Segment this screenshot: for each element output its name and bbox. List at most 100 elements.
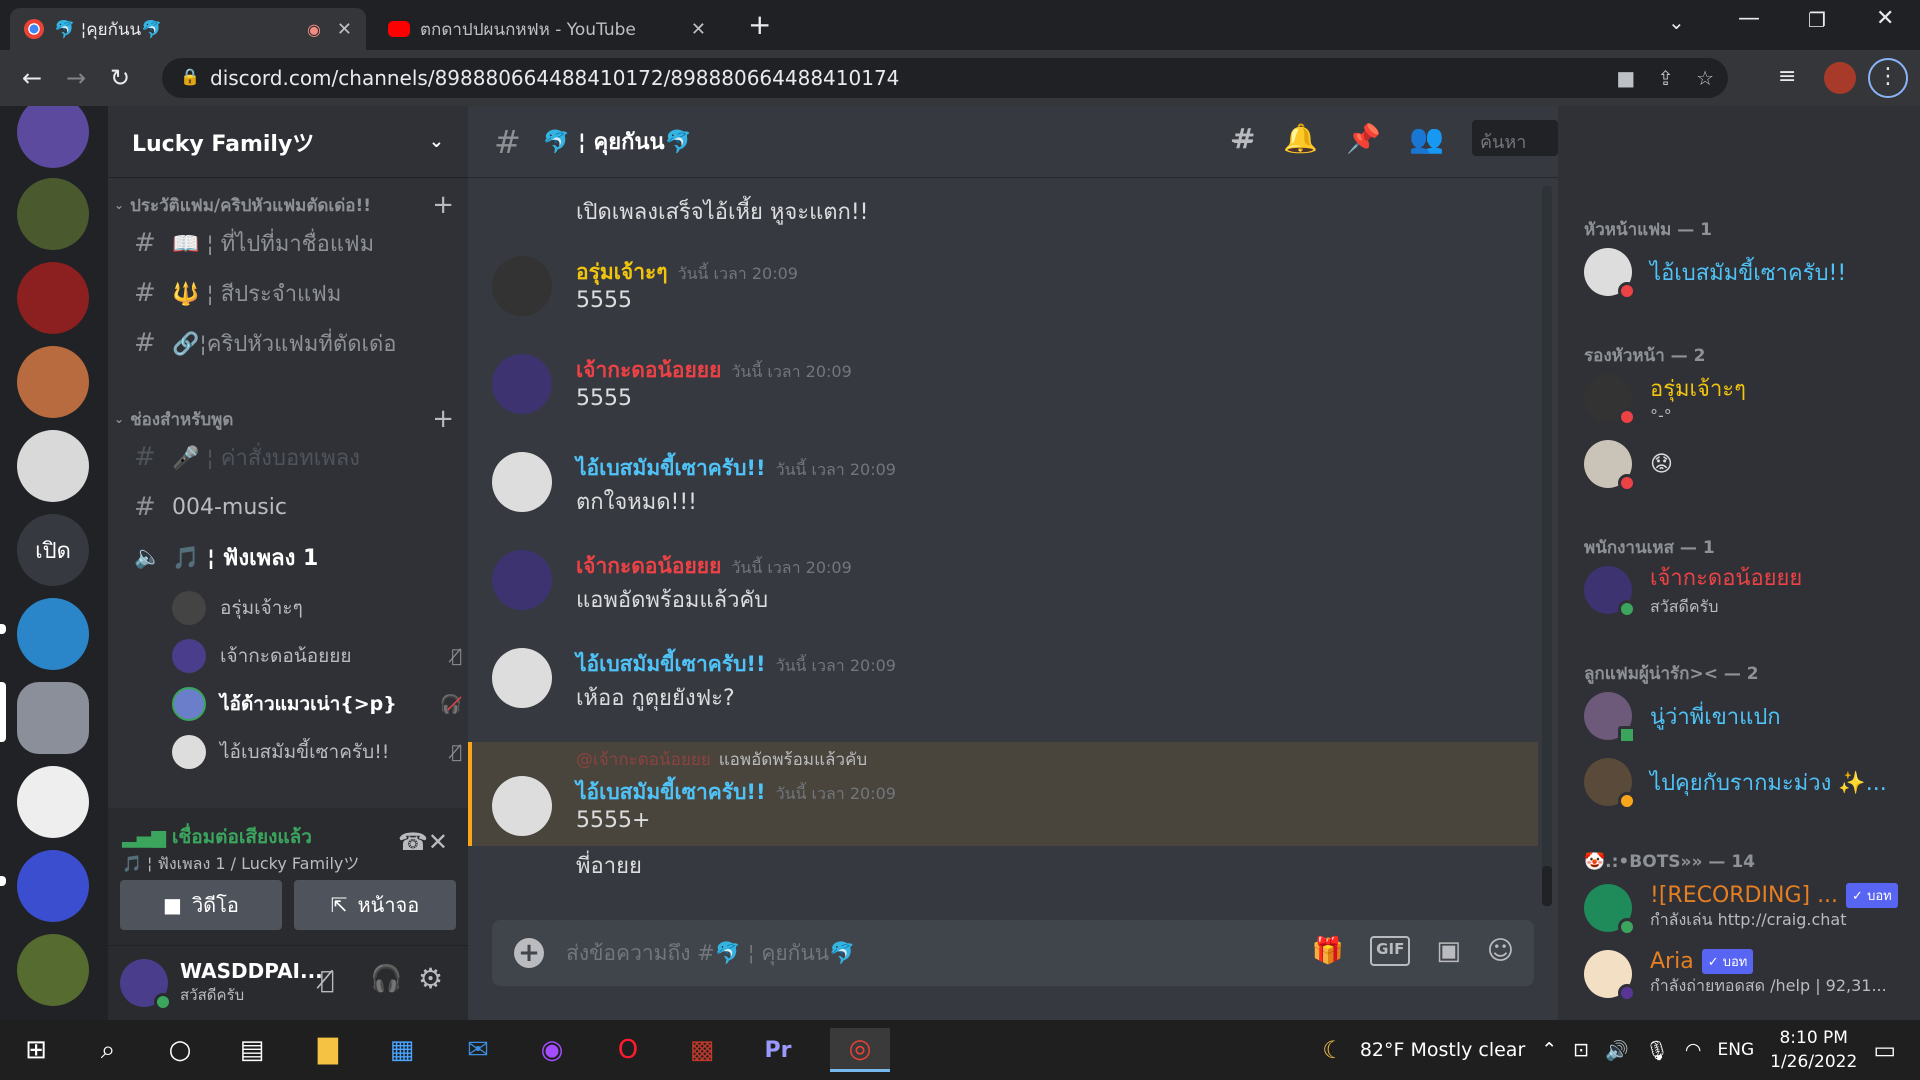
- reply-preview[interactable]: @เจ้ากะดอน้อยยย แอพอัดพร้อมแล้วคับ: [576, 746, 867, 773]
- voice-user[interactable]: อรุ่มเจ้าะๆ: [172, 588, 462, 628]
- upload-plus-icon[interactable]: +: [514, 938, 544, 968]
- category-voice[interactable]: ⌄ ช่องสำหรับพูด +: [114, 404, 454, 434]
- member-item[interactable]: อรุ่มเจ้าะๆ °-°: [1584, 368, 1914, 428]
- server-icon[interactable]: [17, 430, 89, 502]
- close-window-icon[interactable]: ✕: [1876, 6, 1894, 31]
- cortana-icon[interactable]: ○: [158, 1028, 202, 1072]
- microphone-icon[interactable]: 🎙: [1645, 1039, 1669, 1062]
- server-icon[interactable]: [17, 178, 89, 250]
- close-tab-icon[interactable]: ✕: [337, 19, 352, 40]
- file-explorer-icon[interactable]: ▇: [306, 1028, 350, 1072]
- share-icon[interactable]: ⇪: [1657, 66, 1674, 90]
- server-icon[interactable]: [17, 934, 89, 1006]
- voice-user[interactable]: ไอ้ด้าวแมวเน่า{>p} 🎧̸: [172, 684, 462, 724]
- server-header[interactable]: Lucky Familyツ ⌄: [108, 106, 468, 178]
- user-avatar[interactable]: [120, 959, 172, 1011]
- server-icon[interactable]: [17, 850, 89, 922]
- volume-icon[interactable]: 🔊: [1605, 1039, 1629, 1062]
- threads-icon[interactable]: #̶: [1232, 122, 1255, 155]
- member-item[interactable]: Aria ✓ บอท กำลังถ่ายทอดสด /help | 92,31...: [1584, 944, 1914, 1004]
- scrollbar[interactable]: [1542, 186, 1552, 906]
- channel-item[interactable]: # 🔗¦คริปหัวแฟมที่ตัดเด่อ: [126, 320, 456, 366]
- message-author[interactable]: ไอ้เบสมัมขี้เซาครับ!! วันนี้ เวลา 20:09: [576, 776, 896, 809]
- back-icon[interactable]: ←: [10, 64, 54, 92]
- new-tab-button[interactable]: +: [748, 8, 771, 41]
- search-input[interactable]: ค้นหา: [1472, 120, 1558, 156]
- reload-icon[interactable]: ↻: [98, 64, 142, 92]
- browser-tab-youtube[interactable]: ตกดาปปผนกหฟห - YouTube ✕: [374, 8, 720, 50]
- settings-gear-icon[interactable]: ⚙: [418, 962, 443, 995]
- media-control-icon[interactable]: ≡: [1778, 64, 1796, 89]
- task-view-icon[interactable]: ▤: [230, 1028, 274, 1072]
- channel-item[interactable]: # 🎤 ¦ ค่าสั่งบอทเพลง: [126, 434, 456, 480]
- voice-channel-link[interactable]: 🎵 ¦ ฟังเพลง 1 / Lucky Familyツ: [122, 850, 359, 877]
- message-author[interactable]: ไอ้เบสมัมขี้เซาครับ!! วันนี้ เวลา 20:09: [576, 452, 896, 485]
- wifi-icon[interactable]: ◠: [1685, 1039, 1702, 1061]
- mail-icon[interactable]: ✉: [456, 1028, 500, 1072]
- clock[interactable]: 8:10 PM 1/26/2022: [1770, 1026, 1857, 1074]
- chrome-taskbar-icon[interactable]: ◎: [830, 1028, 890, 1072]
- channel-item[interactable]: # 📖 ¦ ที่ไปที่มาชื่อแฟม: [126, 220, 456, 266]
- disconnect-icon[interactable]: ☎✕: [398, 828, 448, 856]
- avatar[interactable]: [492, 648, 552, 708]
- member-item[interactable]: 😟: [1584, 434, 1914, 494]
- opera-icon[interactable]: O: [606, 1028, 650, 1072]
- server-icon[interactable]: [17, 262, 89, 334]
- chrome-menu-icon[interactable]: ⋮: [1868, 58, 1908, 98]
- gif-button[interactable]: GIF: [1370, 936, 1411, 966]
- category-history[interactable]: ⌄ ประวัติแฟม/คริปหัวแฟมตัดเด่อ!! +: [114, 190, 454, 220]
- headphones-icon[interactable]: 🎧: [370, 964, 402, 994]
- store-icon[interactable]: ▦: [380, 1028, 424, 1072]
- notification-center-icon[interactable]: ▭: [1873, 1036, 1896, 1064]
- server-icon-lucky-family[interactable]: [17, 682, 89, 754]
- emoji-icon[interactable]: ☺: [1487, 936, 1514, 966]
- channel-item[interactable]: #004-music: [126, 484, 456, 530]
- message-author[interactable]: เจ้ากะดอน้อยยย วันนี้ เวลา 20:09: [576, 354, 852, 387]
- camera-icon[interactable]: ■: [1616, 66, 1635, 90]
- close-tab-icon[interactable]: ✕: [691, 19, 706, 40]
- server-open-button[interactable]: เปิด: [17, 514, 89, 586]
- add-channel-icon[interactable]: +: [432, 190, 454, 220]
- avatar[interactable]: [492, 550, 552, 610]
- member-item[interactable]: นู่ว่าพี่เขาแปก: [1584, 686, 1914, 746]
- search-icon[interactable]: ⌕: [86, 1028, 130, 1072]
- avatar[interactable]: [492, 776, 552, 836]
- member-list-icon[interactable]: 👥: [1409, 122, 1444, 155]
- address-bar[interactable]: 🔒 discord.com/channels/89888066448841017…: [162, 58, 1728, 98]
- notification-bell-icon[interactable]: 🔔: [1283, 122, 1318, 155]
- mute-mic-icon[interactable]: 🎙̸: [320, 966, 334, 994]
- server-icon[interactable]: [17, 598, 89, 670]
- premiere-pro-icon[interactable]: Pr: [756, 1028, 800, 1072]
- gift-icon[interactable]: 🎁: [1312, 936, 1344, 966]
- language-indicator[interactable]: ENG: [1718, 1040, 1755, 1060]
- avatar[interactable]: [492, 256, 552, 316]
- winrar-icon[interactable]: ▩: [680, 1028, 724, 1072]
- voice-user[interactable]: ไอ้เบสมัมขี้เซาครับ!! 🎙̸: [172, 732, 462, 772]
- windows-start-icon[interactable]: ⊞: [14, 1028, 58, 1072]
- server-icon[interactable]: [17, 346, 89, 418]
- message-author[interactable]: ไอ้เบสมัมขี้เซาครับ!! วันนี้ เวลา 20:09: [576, 648, 896, 681]
- restore-icon[interactable]: ❐: [1808, 8, 1826, 32]
- profile-avatar[interactable]: [1824, 62, 1856, 94]
- member-item[interactable]: เจ้ากะดอน้อยยย สวัสดีครับ: [1584, 560, 1914, 620]
- member-item[interactable]: ไอ้เบสมัมขี้เซาครับ!!: [1584, 242, 1914, 302]
- messenger-icon[interactable]: ◉: [530, 1028, 574, 1072]
- weather-text[interactable]: 82°F Mostly clear: [1360, 1039, 1525, 1061]
- channel-item[interactable]: # 🔱 ¦ สีประจำแฟม: [126, 270, 456, 316]
- bookmark-star-icon[interactable]: ☆: [1696, 66, 1714, 90]
- network-icon[interactable]: ⊡: [1573, 1039, 1589, 1061]
- voice-user[interactable]: เจ้ากะดอน้อยยย 🎙̸: [172, 636, 462, 676]
- forward-icon[interactable]: →: [54, 64, 98, 92]
- avatar[interactable]: [492, 354, 552, 414]
- add-channel-icon[interactable]: +: [432, 404, 454, 434]
- message-author[interactable]: เจ้ากะดอน้อยยย วันนี้ เวลา 20:09: [576, 550, 852, 583]
- browser-tab-discord[interactable]: 🐬 ¦คุยกันน🐬 ◉ ✕: [10, 8, 366, 50]
- server-icon[interactable]: [17, 106, 89, 168]
- voice-channel-item[interactable]: 🔈 🎵 ¦ ฟังเพลง 1: [126, 534, 456, 580]
- tab-search-icon[interactable]: ⌄: [1668, 10, 1685, 34]
- message-author[interactable]: อรุ่มเจ้าะๆ วันนี้ เวลา 20:09: [576, 256, 798, 289]
- server-icon[interactable]: [17, 766, 89, 838]
- pin-icon[interactable]: 📌: [1346, 122, 1381, 155]
- message-input[interactable]: + ส่งข้อความถึง #🐬 ¦ คุยกันน🐬 🎁 GIF ▣ ☺: [492, 920, 1534, 986]
- avatar[interactable]: [492, 452, 552, 512]
